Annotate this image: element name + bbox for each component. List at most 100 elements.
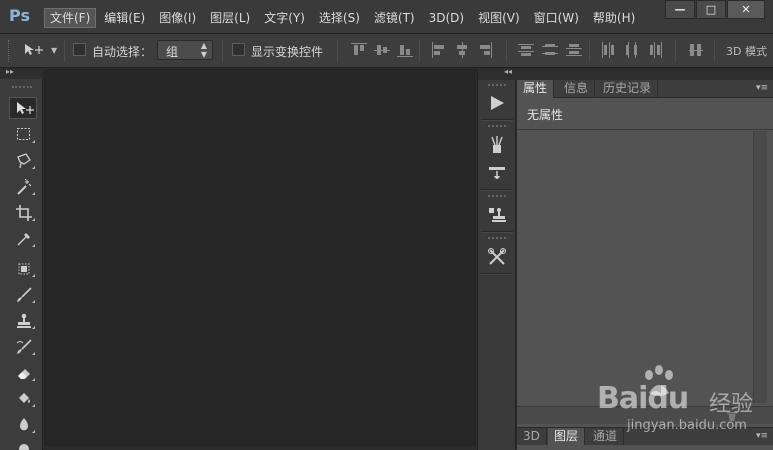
dock-divider (481, 273, 513, 275)
divider (337, 40, 338, 62)
spot-healing-icon (18, 263, 30, 275)
collapsed-panel-dock: ◂◂ (477, 67, 517, 450)
paint-bucket-tool[interactable] (9, 387, 37, 409)
clone-source-button[interactable] (483, 203, 511, 227)
3d-mode-label: 3D 模式 (726, 45, 767, 58)
align-left-icon[interactable] (431, 42, 447, 58)
document-canvas-area[interactable] (44, 69, 476, 446)
play-icon (491, 96, 504, 110)
marquee-tool[interactable] (9, 123, 37, 145)
dock-grip[interactable] (488, 84, 506, 86)
auto-select-checkbox[interactable] (73, 43, 86, 56)
lasso-tool[interactable] (9, 149, 37, 171)
stamp-icon (17, 313, 31, 328)
distribute-top-icon[interactable] (518, 42, 534, 58)
align-hcenter-icon[interactable] (454, 42, 470, 58)
dock-grip[interactable] (488, 125, 506, 127)
brush-icon (17, 287, 32, 302)
move-tool-preset-icon[interactable] (24, 43, 46, 61)
distribute-right-icon[interactable] (648, 42, 664, 58)
brush-presets-button[interactable] (483, 133, 511, 157)
collapse-arrows-icon: ▸▸ (6, 67, 15, 76)
align-bottom-icon[interactable] (397, 42, 413, 58)
eraser-icon (18, 369, 30, 379)
panel-collapse-bar[interactable] (517, 69, 773, 80)
window-controls: — □ ✕ (664, 0, 765, 19)
dock-grip[interactable] (488, 195, 506, 197)
tools-collapse-bar[interactable]: ▸▸ (0, 67, 43, 79)
distribute-vcenter-icon[interactable] (542, 42, 558, 58)
polygonal-lasso-icon (17, 153, 31, 169)
menu-window[interactable]: 窗口(W) (528, 8, 585, 28)
eraser-tool[interactable] (9, 361, 37, 383)
tab-layers[interactable]: 图层 (548, 428, 586, 446)
align-vcenter-icon[interactable] (374, 42, 390, 58)
menu-image[interactable]: 图像(I) (153, 8, 202, 28)
tab-info[interactable]: 信息 (558, 80, 596, 98)
maximize-button[interactable]: □ (696, 0, 726, 19)
show-transform-checkbox[interactable] (232, 43, 245, 56)
align-right-icon[interactable] (477, 42, 493, 58)
rectangle-marquee-icon (17, 128, 30, 140)
menu-edit[interactable]: 编辑(E) (98, 8, 151, 28)
menu-file[interactable]: 文件(F) (44, 8, 97, 28)
tools-grip[interactable] (12, 86, 32, 88)
menu-3d[interactable]: 3D(D) (423, 8, 470, 28)
brush-settings-button[interactable] (483, 161, 511, 185)
history-brush-tool[interactable] (9, 335, 37, 357)
menu-select[interactable]: 选择(S) (313, 8, 366, 28)
close-button[interactable]: ✕ (727, 0, 765, 19)
divider (64, 40, 65, 62)
magic-wand-icon (17, 179, 32, 195)
close-icon: ✕ (741, 3, 751, 16)
baidu-jingyan-watermark: Baidu 经验 jingyan.baidu.com (597, 363, 773, 450)
divider (589, 40, 590, 62)
properties-header: 无属性 (517, 98, 773, 130)
menu-filter[interactable]: 滤镜(T) (368, 8, 421, 28)
auto-align-layers-icon[interactable] (688, 42, 704, 58)
healing-brush-tool[interactable] (9, 257, 37, 279)
panel-menu-icon[interactable]: ▾≡ (756, 83, 768, 93)
dodge-tool[interactable] (9, 439, 37, 450)
magic-wand-tool[interactable] (9, 175, 37, 197)
paint-bucket-icon (19, 393, 30, 403)
align-top-icon[interactable] (351, 42, 367, 58)
actions-panel-button[interactable] (483, 91, 511, 115)
tab-properties[interactable]: 属性 (517, 80, 555, 98)
move-tool[interactable] (9, 97, 37, 119)
tool-presets-button[interactable] (483, 245, 511, 269)
history-brush-icon (16, 339, 32, 354)
app-logo: Ps (9, 6, 30, 25)
distribute-hcenter-icon[interactable] (624, 42, 640, 58)
auto-select-dropdown[interactable]: 组 ▲ ▼ (157, 40, 213, 60)
dock-collapse-bar[interactable]: ◂◂ (478, 67, 517, 80)
tab-history[interactable]: 历史记录 (597, 80, 659, 98)
watermark-cn: 经验 (709, 392, 754, 417)
menu-type[interactable]: 文字(Y) (258, 8, 311, 28)
eyedropper-tool[interactable] (9, 227, 37, 249)
tool-preset-dropdown-icon[interactable]: ▼ (51, 46, 57, 55)
minimize-button[interactable]: — (665, 0, 695, 19)
menu-view[interactable]: 视图(V) (472, 8, 526, 28)
clone-stamp-tool[interactable] (9, 309, 37, 331)
dock-grip[interactable] (488, 237, 506, 239)
dodge-icon (19, 444, 29, 450)
tab-3d[interactable]: 3D (517, 428, 547, 446)
distribute-left-icon[interactable] (600, 42, 616, 58)
menu-help[interactable]: 帮助(H) (587, 8, 641, 28)
divider (675, 40, 676, 62)
brush-tool[interactable] (9, 283, 37, 305)
dock-divider (481, 189, 513, 191)
move-icon (17, 102, 34, 114)
menu-layer[interactable]: 图层(L) (204, 8, 256, 28)
crop-tool[interactable] (9, 201, 37, 223)
auto-select-value: 组 (166, 45, 179, 59)
options-grip[interactable] (8, 40, 10, 62)
no-properties-label: 无属性 (527, 108, 564, 122)
expand-arrows-icon: ◂◂ (503, 67, 512, 76)
brush-settings-icon (489, 167, 505, 179)
distribute-bottom-icon[interactable] (566, 42, 582, 58)
show-transform-label: 显示变换控件 (251, 45, 324, 59)
blur-tool[interactable] (9, 413, 37, 435)
blur-icon (20, 418, 28, 431)
